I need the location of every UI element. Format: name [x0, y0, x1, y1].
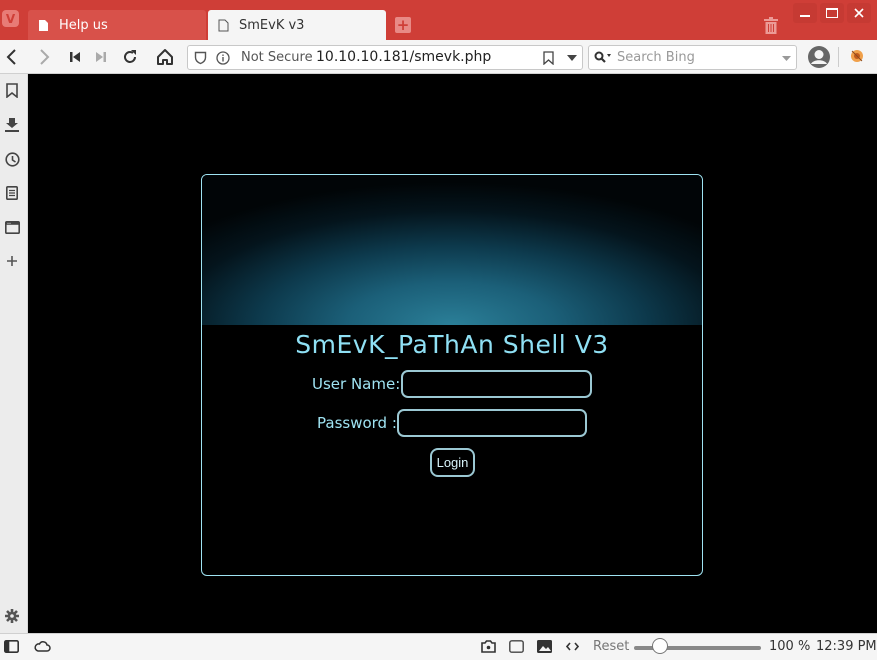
profile-avatar-icon[interactable]: [807, 45, 831, 69]
title-bar: V Help us SmEvK v3 +: [0, 0, 877, 40]
chevron-left-icon: [6, 49, 16, 65]
skip-back-icon: [70, 52, 80, 62]
tab-smevk[interactable]: SmEvK v3: [208, 10, 386, 40]
login-button[interactable]: Login: [430, 448, 475, 477]
document-icon: [39, 19, 48, 31]
close-icon: [854, 8, 864, 18]
new-tab-button[interactable]: +: [395, 17, 411, 33]
toolbar-divider: [838, 47, 839, 67]
security-status: Not Secure: [241, 50, 313, 65]
tab-help-us[interactable]: Help us: [28, 10, 206, 40]
bookmark-icon: [6, 82, 18, 98]
login-panel: SmEvK_PaThAn Shell V3 User Name: Passwor…: [201, 174, 703, 576]
add-panel-button[interactable]: [4, 253, 20, 269]
image-toggle-icon[interactable]: [537, 640, 552, 653]
code-icon[interactable]: [566, 642, 579, 651]
dropdown-arrow-icon[interactable]: [782, 56, 791, 61]
bookmarks-panel-button[interactable]: [4, 82, 20, 98]
vivaldi-menu-icon[interactable]: V: [2, 10, 19, 27]
reload-button[interactable]: [120, 47, 140, 67]
search-bar[interactable]: Search Bing: [588, 45, 797, 70]
document-icon: [218, 19, 229, 31]
tab-title: SmEvK v3: [239, 17, 305, 33]
username-label: User Name:: [312, 375, 401, 393]
extension-icon[interactable]: [849, 48, 865, 64]
fast-forward-button[interactable]: [91, 47, 111, 67]
gear-icon: [5, 609, 19, 623]
tile-window-icon[interactable]: [509, 640, 524, 653]
cloud-sync-icon[interactable]: [34, 640, 51, 652]
home-button[interactable]: [155, 47, 175, 67]
camera-icon[interactable]: [481, 640, 496, 653]
search-icon[interactable]: [594, 51, 612, 65]
forward-button[interactable]: [35, 47, 55, 67]
downloads-panel-button[interactable]: [4, 116, 20, 132]
clock-icon: [4, 151, 20, 167]
password-input[interactable]: [397, 409, 587, 437]
shield-icon[interactable]: [194, 51, 207, 65]
password-label: Password :: [317, 414, 397, 432]
page-title: SmEvK_PaThAn Shell V3: [295, 330, 609, 359]
trash-icon[interactable]: [764, 17, 778, 34]
minimize-icon: [800, 15, 810, 17]
plus-icon: [7, 256, 17, 266]
dropdown-arrow-icon[interactable]: [567, 55, 577, 61]
status-bar: Reset 100 % 12:39 PM: [0, 633, 877, 660]
download-icon: [5, 117, 19, 132]
panel-toggle-icon[interactable]: [4, 640, 19, 653]
reload-icon: [124, 50, 136, 63]
rewind-button[interactable]: [65, 47, 85, 67]
header-banner-image: [202, 175, 702, 325]
maximize-icon: [826, 8, 838, 18]
zoom-reset-button[interactable]: Reset: [593, 639, 629, 654]
window-panel-button[interactable]: [4, 219, 20, 235]
tab-title: Help us: [59, 17, 108, 33]
zoom-level: 100 %: [769, 639, 811, 654]
home-icon: [157, 49, 173, 65]
close-window-button[interactable]: [847, 3, 871, 23]
username-input[interactable]: [401, 370, 592, 398]
search-input[interactable]: Search Bing: [617, 50, 695, 65]
navigation-bar: Not Secure 10.10.10.181/smevk.php Search…: [0, 40, 877, 74]
page-content: SmEvK_PaThAn Shell V3 User Name: Passwor…: [28, 74, 877, 633]
back-button[interactable]: [1, 47, 21, 67]
maximize-button[interactable]: [820, 3, 844, 23]
minimize-button[interactable]: [793, 3, 817, 23]
clock: 12:39 PM: [816, 639, 877, 654]
info-icon[interactable]: [216, 51, 230, 65]
chevron-right-icon: [40, 49, 50, 65]
notes-panel-button[interactable]: [4, 185, 20, 201]
address-bar[interactable]: Not Secure 10.10.10.181/smevk.php: [187, 45, 583, 70]
bookmark-icon[interactable]: [543, 51, 554, 65]
side-panel: [0, 74, 28, 633]
history-panel-button[interactable]: [4, 151, 20, 167]
notes-icon: [6, 186, 18, 200]
url-text[interactable]: 10.10.10.181/smevk.php: [316, 49, 491, 65]
settings-button[interactable]: [4, 608, 20, 624]
skip-forward-icon: [96, 52, 106, 62]
zoom-slider-handle[interactable]: [652, 638, 668, 654]
window-icon: [4, 220, 20, 234]
